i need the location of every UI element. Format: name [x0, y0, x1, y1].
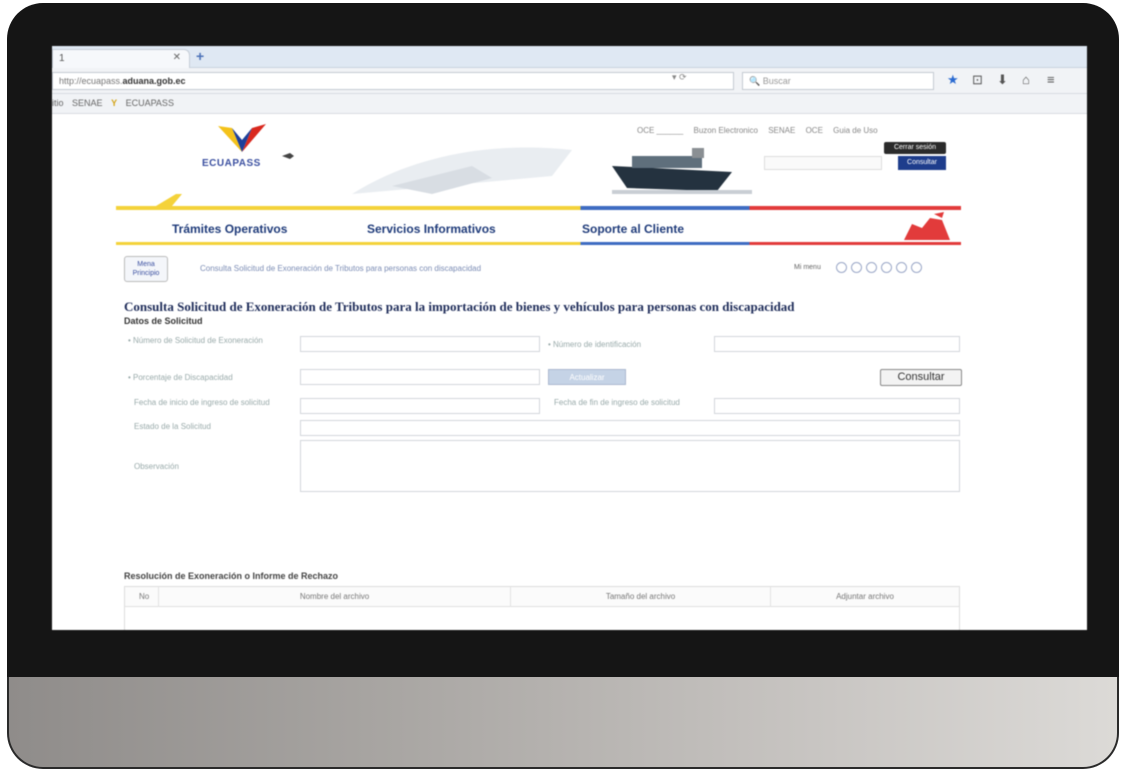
header-consultar-button[interactable]: Consultar [898, 156, 946, 170]
top-link[interactable]: Guia de Uso [833, 126, 877, 135]
star-icon[interactable]: ★ [947, 72, 959, 88]
ecuapass-bookmark-icon: Y [111, 98, 118, 108]
home-icon[interactable]: ⌂ [1022, 72, 1030, 87]
observacion-label: Observación [134, 462, 179, 471]
clipboard-icon[interactable]: ⊡ [972, 72, 983, 88]
fecha-fin-field[interactable] [714, 398, 960, 414]
breadcrumb: Consulta Solicitud de Exoneración de Tri… [200, 264, 482, 273]
top-link[interactable]: SENAE [768, 126, 795, 135]
top-link[interactable]: Buzon Electronico [694, 126, 758, 135]
tab-title: 1 [59, 53, 65, 64]
bookmark-item[interactable]: itio [52, 98, 64, 108]
actualizar-button[interactable]: Actualizar [548, 369, 626, 385]
porcentaje-select[interactable] [300, 369, 540, 385]
monitor-chin [7, 677, 1119, 769]
search-placeholder: Buscar [762, 76, 791, 86]
step-icon[interactable] [836, 262, 847, 273]
browser-tab[interactable]: 1 ✕ [52, 49, 190, 68]
step-indicators [836, 260, 926, 278]
fecha-inicio-label: Fecha de inicio de ingreso de solicitud [134, 398, 270, 407]
fecha-fin-label: Fecha de fin de ingreso de solicitud [554, 398, 680, 407]
fecha-inicio-field[interactable] [300, 398, 540, 414]
top-link[interactable]: OCE ______ [637, 126, 683, 135]
section-title: Datos de Solicitud [124, 316, 203, 326]
home-button[interactable]: Mena Principio [124, 256, 168, 282]
numero-solicitud-label: • Número de Solicitud de Exoneración [128, 336, 263, 345]
column-header: Nombre del archivo [159, 587, 511, 607]
step-icon[interactable] [881, 262, 892, 273]
step-icon[interactable] [896, 262, 907, 273]
color-stripe-bottom [116, 242, 961, 245]
close-icon[interactable]: ✕ [173, 52, 181, 63]
new-tab-icon[interactable]: + [196, 48, 204, 64]
page: ECUAPASS OCE ______ Buzon Electronico SE… [52, 114, 1087, 630]
bookmark-item[interactable]: ECUAPASS [126, 98, 174, 108]
url-bar[interactable]: http://ecuapass.aduana.gob.ec [52, 72, 734, 90]
top-link[interactable]: OCE [806, 126, 823, 135]
header-search-input[interactable] [764, 156, 882, 170]
porcentaje-label: • Porcentaje de Discapacidad [128, 373, 233, 382]
monitor: 1 ✕ + http://ecuapass.aduana.gob.ec ▾ ⟳ … [0, 0, 1126, 773]
tab-bar: 1 ✕ + [52, 46, 1087, 68]
attachments-title: Resolución de Exoneración o Informe de R… [124, 571, 339, 581]
column-header: No [125, 587, 159, 607]
column-header: Adjuntar archivo [836, 592, 894, 601]
numero-solicitud-field[interactable] [300, 336, 540, 352]
menu-icon[interactable]: ≡ [1047, 72, 1055, 87]
search-icon: 🔍 [749, 76, 761, 86]
top-links: OCE ______ Buzon Electronico SENAE OCE G… [637, 126, 886, 135]
column-header: Tamaño del archivo [511, 587, 771, 607]
color-stripe [116, 206, 961, 210]
step-icon[interactable] [851, 262, 862, 273]
nav-toolbar: http://ecuapass.aduana.gob.ec ▾ ⟳ 🔍 Busc… [52, 68, 1087, 94]
estado-field [300, 420, 960, 436]
url-domain: aduana.gob.ec [122, 76, 186, 86]
url-prefix: http://ecuapass. [59, 76, 123, 86]
attachments-table: No Nombre del archivo Tamaño del archivo… [124, 586, 960, 630]
menu-servicios[interactable]: Servicios Informativos [367, 222, 496, 236]
search-input[interactable]: 🔍 Buscar [742, 72, 934, 90]
step-icon[interactable] [866, 262, 877, 273]
identificacion-label: • Número de identificación [548, 340, 642, 349]
page-title: Consulta Solicitud de Exoneración de Tri… [124, 299, 795, 314]
handshake-icon [904, 212, 950, 240]
screen: 1 ✕ + http://ecuapass.aduana.gob.ec ▾ ⟳ … [52, 46, 1087, 630]
menu-tramites[interactable]: Trámites Operativos [172, 222, 287, 236]
menu-soporte[interactable]: Soporte al Cliente [582, 222, 684, 236]
step-icon[interactable] [911, 262, 922, 273]
logout-button[interactable]: Cerrar sesión [884, 142, 946, 154]
steps-label: Mi menu [794, 264, 821, 271]
observacion-field [300, 440, 960, 492]
bookmarks-bar: itio SENAE Y ECUAPASS [52, 94, 1087, 114]
consultar-button[interactable]: Consultar [880, 369, 962, 386]
download-icon[interactable]: ⬇ [997, 72, 1008, 88]
estado-label: Estado de la Solicitud [134, 422, 211, 431]
identificacion-field[interactable] [714, 336, 960, 352]
bookmark-item[interactable]: SENAE [72, 98, 103, 108]
reload-icon[interactable]: ▾ ⟳ [672, 72, 687, 83]
